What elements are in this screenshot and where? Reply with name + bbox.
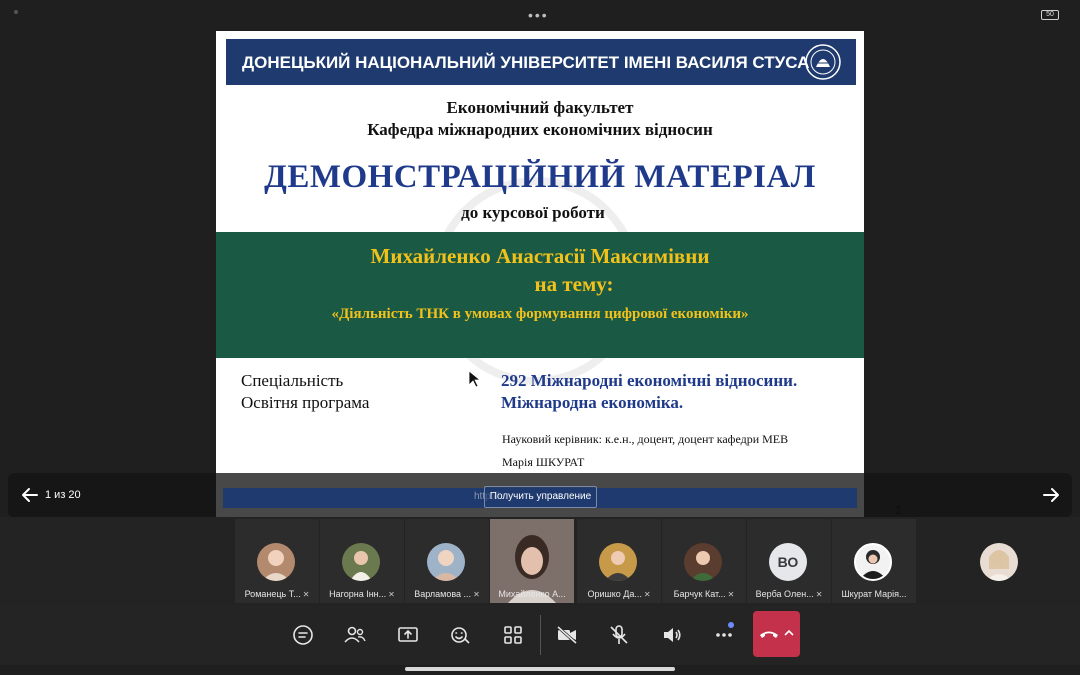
mic-muted-icon: ✕ <box>302 590 310 599</box>
participant-tile-active-speaker[interactable]: Шкурат Марія... <box>832 519 916 603</box>
faculty-name: Економічний факультет <box>446 98 634 117</box>
avatar <box>599 543 637 581</box>
mic-muted-icon: ✕ <box>815 590 823 599</box>
university-name: ДОНЕЦЬКИЙ НАЦІОНАЛЬНИЙ УНІВЕРСИТЕТ ІМЕНІ… <box>242 53 810 72</box>
mic-muted-icon: ✕ <box>643 590 651 599</box>
people-icon[interactable] <box>343 623 367 647</box>
slide-footer-page-number: 1 <box>895 503 902 517</box>
mic-muted-icon: ✕ <box>388 590 395 599</box>
notification-dot <box>728 622 734 628</box>
participant-name: Шкурат Марія... <box>841 589 907 599</box>
reactions-icon[interactable] <box>448 623 472 647</box>
program-value: Міжнародна економіка. <box>501 393 684 412</box>
previous-slide-arrow-icon[interactable] <box>20 485 40 505</box>
avatar-initials: ВО <box>769 543 807 581</box>
slide-page-counter: 1 из 20 <box>45 489 81 501</box>
program-label: Освітня програма <box>241 393 370 412</box>
avatar <box>427 543 465 581</box>
hang-up-button[interactable] <box>753 611 800 657</box>
participant-name: Нагорна Інн... ✕ <box>329 589 395 599</box>
self-view-tile[interactable] <box>918 519 1080 603</box>
toolbar-divider <box>540 615 541 655</box>
participant-name: Барчук Кат... ✕ <box>673 589 735 599</box>
participant-name: Оришко Да... ✕ <box>587 589 651 599</box>
participant-video-tile[interactable]: Михайленко А... <box>490 519 574 603</box>
share-screen-icon[interactable] <box>396 623 420 647</box>
slide-navigation-bar: 1 из 20 1 http://... Получить управление <box>8 473 1072 517</box>
university-emblem-icon <box>805 44 841 80</box>
mic-muted-icon: ✕ <box>727 590 735 599</box>
avatar <box>980 543 1018 581</box>
participant-tile[interactable]: Барчук Кат... ✕ <box>662 519 746 603</box>
chat-icon[interactable] <box>291 623 315 647</box>
author-name: Михайленко Анастасії Максимівни <box>370 244 710 268</box>
home-indicator[interactable] <box>405 667 675 671</box>
university-banner: ДОНЕЦЬКИЙ НАЦІОНАЛЬНИЙ УНІВЕРСИТЕТ ІМЕНІ… <box>226 39 856 85</box>
meeting-toolbar <box>0 605 1080 665</box>
presentation-slide: ДОНЕЦЬКИЙ НАЦІОНАЛЬНИЙ УНІВЕРСИТЕТ ІМЕНІ… <box>216 31 864 517</box>
advisor-name: Марія ШКУРАТ <box>502 455 585 469</box>
hang-up-icon <box>760 631 778 638</box>
topic-title: «Діяльність ТНК в умовах формування цифр… <box>331 306 749 322</box>
participants-strip: Романець Т... ✕ Нагорна Інн... ✕ Варламова… <box>0 517 1080 605</box>
top-status-bar: ••• 50 <box>0 0 1080 28</box>
battery-icon: 50 <box>1041 10 1059 20</box>
status-dot <box>14 10 18 14</box>
participant-name: Романець Т... ✕ <box>244 589 310 599</box>
chevron-up-icon[interactable] <box>783 627 795 639</box>
avatar <box>257 543 295 581</box>
participant-tile[interactable]: Романець Т... ✕ <box>235 519 319 603</box>
next-slide-arrow-icon[interactable] <box>1041 485 1061 505</box>
department-name: Кафедра міжнародних економічних відносин <box>367 120 713 139</box>
mouse-cursor-icon <box>468 370 482 388</box>
participant-name: Варламова ... ✕ <box>414 589 480 599</box>
participant-tile[interactable]: Оришко Да... ✕ <box>577 519 661 603</box>
apps-icon[interactable] <box>501 623 525 647</box>
participant-name: Верба Олен... ✕ <box>755 589 823 599</box>
participant-tile[interactable]: Варламова ... ✕ <box>405 519 489 603</box>
slide-subtitle: до курсової роботи <box>461 203 605 222</box>
camera-off-icon[interactable] <box>555 623 579 647</box>
request-control-button[interactable]: Получить управление <box>484 486 597 508</box>
author-band: Михайленко Анастасії Максимівни на тему:… <box>216 232 864 358</box>
participant-tile[interactable]: Нагорна Інн... ✕ <box>320 519 404 603</box>
participant-tile[interactable]: ВО Верба Олен... ✕ <box>747 519 831 603</box>
specialty-label: Спеціальність <box>241 371 344 390</box>
specialty-value: 292 Міжнародні економічні відносини. <box>501 371 798 390</box>
avatar <box>854 543 892 581</box>
mic-muted-icon: ✕ <box>473 590 480 599</box>
topic-label: на тему: <box>534 272 614 296</box>
mic-off-icon[interactable] <box>607 623 631 647</box>
avatar <box>684 543 722 581</box>
advisor-title: Науковий керівник: к.е.н., доцент, доцен… <box>502 432 789 446</box>
slide-title: ДЕМОНСТРАЦІЙНИЙ МАТЕРІАЛ <box>264 159 816 195</box>
speaker-icon[interactable] <box>660 623 684 647</box>
participant-name: Михайленко А... <box>498 589 566 599</box>
more-dots-icon[interactable]: ••• <box>528 7 549 23</box>
avatar <box>342 543 380 581</box>
